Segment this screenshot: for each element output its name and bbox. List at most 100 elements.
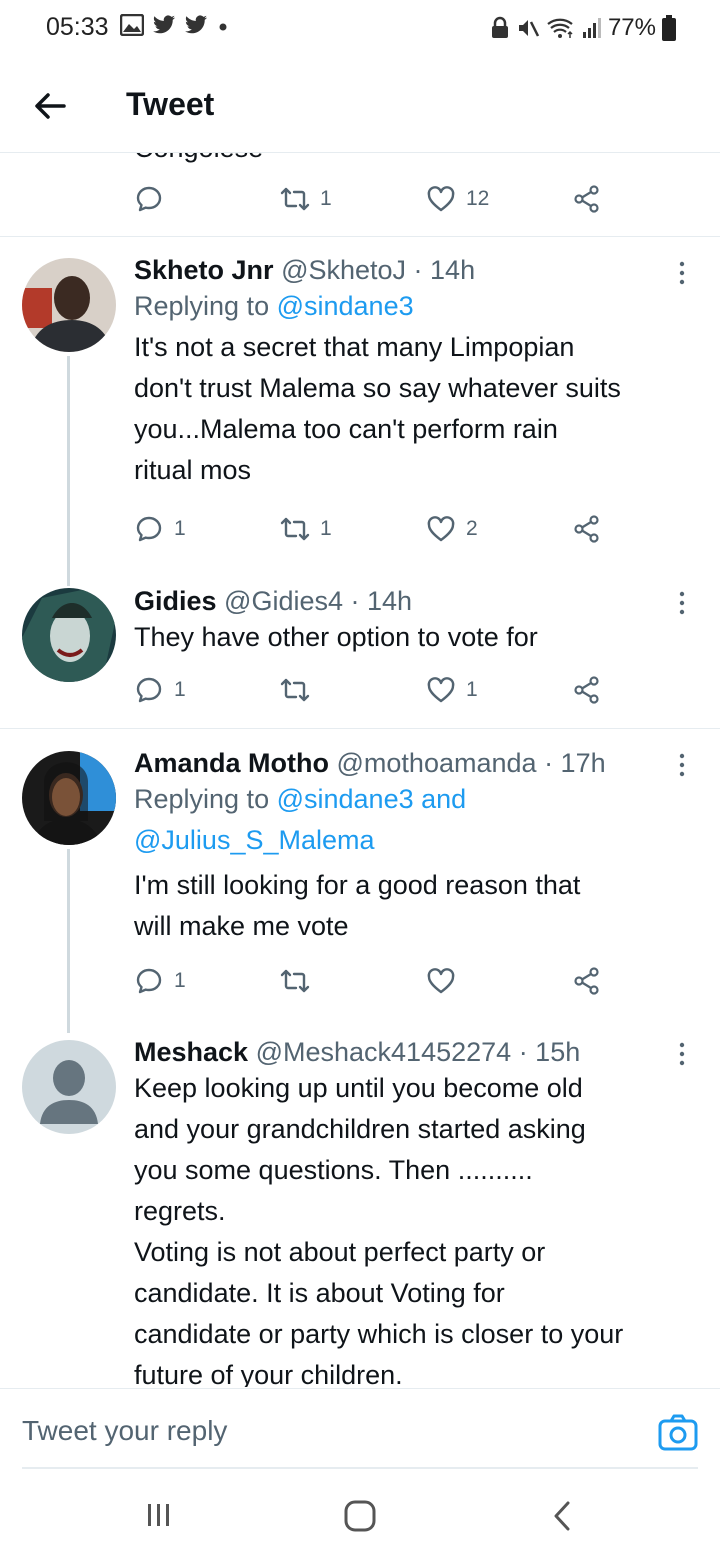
reply-composer: Tweet your reply (0, 1388, 720, 1469)
tweet[interactable]: Skheto Jnr @SkhetoJ · 14h Replying to @s… (134, 254, 704, 491)
reply-icon (136, 677, 162, 703)
divider (0, 236, 720, 237)
status-time: 05:33 (46, 13, 109, 41)
camera-icon[interactable] (658, 1413, 698, 1453)
twitter-icon (153, 15, 175, 34)
heart-icon (427, 186, 455, 212)
like-button[interactable]: 1 (426, 675, 478, 705)
tweet-actions: 1 1 2 (134, 514, 604, 550)
tweet-text: I'm still looking for a good reason that… (134, 870, 581, 941)
arrow-left-icon[interactable] (30, 86, 70, 126)
share-button[interactable] (572, 966, 602, 996)
display-name[interactable]: Gidies (134, 586, 217, 616)
user-handle[interactable]: @Meshack41452274 (256, 1037, 512, 1067)
user-handle[interactable]: @mothoamanda (337, 748, 537, 778)
tweet-time: · 17h (544, 748, 606, 778)
home-icon[interactable] (344, 1500, 376, 1532)
tweet[interactable]: Gidies @Gidies4 · 14h They have other op… (134, 585, 704, 658)
tweet-text: It's not a secret that many Limpopian do… (134, 332, 621, 485)
system-nav-bar (0, 1470, 720, 1560)
like-button[interactable] (426, 966, 466, 996)
reply-button[interactable] (134, 184, 174, 214)
gallery-icon (120, 14, 144, 36)
mention-link[interactable]: @Julius_S_Malema (134, 825, 375, 855)
reply-button[interactable]: 1 (134, 675, 186, 705)
divider (22, 1467, 698, 1469)
retweet-icon (280, 969, 310, 993)
replying-to-label: Replying to (134, 291, 277, 321)
reply-count: 1 (174, 517, 186, 540)
share-icon (574, 515, 599, 543)
like-count: 1 (466, 678, 478, 701)
tweet-meta: Amanda Motho @mothoamanda · 17h (134, 747, 704, 779)
share-icon (574, 185, 599, 213)
tweet-text: They have other option to vote for (134, 622, 538, 652)
tweet-meta: Meshack @Meshack41452274 · 15h (134, 1036, 704, 1068)
share-button[interactable] (572, 675, 602, 705)
like-button[interactable]: 2 (426, 514, 478, 544)
heart-icon (427, 677, 455, 703)
back-icon[interactable] (552, 1500, 572, 1532)
retweet-icon (280, 517, 310, 541)
tweet-meta: Skheto Jnr @SkhetoJ · 14h (134, 254, 704, 286)
replying-to: Replying to @sindane3 and (134, 779, 704, 820)
avatar[interactable] (22, 258, 116, 352)
tweet-meta: Gidies @Gidies4 · 14h (134, 585, 704, 617)
share-icon (574, 676, 599, 704)
reply-icon (136, 186, 162, 212)
avatar[interactable] (22, 588, 116, 682)
avatar[interactable] (22, 751, 116, 845)
like-count: 2 (466, 517, 478, 540)
divider (0, 728, 720, 729)
tweet-time: · 14h (413, 255, 476, 285)
top-app-bar: Tweet (0, 58, 720, 153)
recent-apps-icon[interactable] (146, 1500, 172, 1530)
tweet-actions: 1 1 (134, 675, 604, 711)
status-bar: 05:33 77% (0, 0, 720, 58)
reply-button[interactable]: 1 (134, 966, 186, 996)
thread-line (67, 849, 70, 1033)
page-title: Tweet (126, 86, 215, 122)
heart-icon (427, 516, 455, 542)
signal-icon (582, 18, 601, 38)
heart-icon (427, 968, 455, 994)
retweet-count: 1 (320, 187, 332, 210)
like-button[interactable]: 12 (426, 184, 489, 214)
retweet-icon (280, 678, 310, 702)
replying-to-label: Replying to (134, 784, 277, 814)
mention-link[interactable]: @sindane3 (277, 291, 414, 321)
display-name[interactable]: Amanda Motho (134, 748, 329, 778)
tweet-thread[interactable]: Congolese 1 12 Skheto Jnr @SkhetoJ · 14h (0, 153, 720, 1387)
reply-icon (136, 516, 162, 542)
share-button[interactable] (572, 514, 602, 544)
lock-icon (491, 16, 508, 38)
reply-button[interactable]: 1 (134, 514, 186, 544)
tweet[interactable]: Meshack @Meshack41452274 · 15h Keep look… (134, 1036, 704, 1387)
share-icon (574, 967, 599, 995)
display-name[interactable]: Skheto Jnr (134, 255, 274, 285)
replying-to: Replying to @sindane3 (134, 286, 704, 327)
mention-link[interactable]: @sindane3 and (277, 784, 467, 814)
tweet-time: · 14h (350, 586, 413, 616)
share-button[interactable] (572, 184, 602, 214)
reply-input[interactable]: Tweet your reply (22, 1415, 227, 1447)
cutoff-tweet-text: Congolese (134, 153, 263, 164)
wifi-icon (547, 18, 573, 38)
mute-icon (518, 20, 540, 37)
replying-to-line2: @Julius_S_Malema (134, 820, 704, 861)
retweet-button[interactable]: 1 (280, 514, 332, 544)
tweet-text: Keep looking up until you become old and… (134, 1073, 624, 1387)
reply-count: 1 (174, 678, 186, 701)
retweet-button[interactable] (280, 675, 320, 705)
twitter-icon (185, 15, 207, 34)
user-handle[interactable]: @Gidies4 (224, 586, 343, 616)
dot-icon (219, 23, 227, 31)
tweet[interactable]: Amanda Motho @mothoamanda · 17h Replying… (134, 747, 704, 947)
display-name[interactable]: Meshack (134, 1037, 248, 1067)
reply-count: 1 (174, 969, 186, 992)
user-handle[interactable]: @SkhetoJ (281, 255, 406, 285)
retweet-button[interactable]: 1 (280, 184, 332, 214)
avatar[interactable] (22, 1040, 116, 1134)
tweet-actions: 1 (134, 966, 604, 1002)
retweet-button[interactable] (280, 966, 320, 996)
